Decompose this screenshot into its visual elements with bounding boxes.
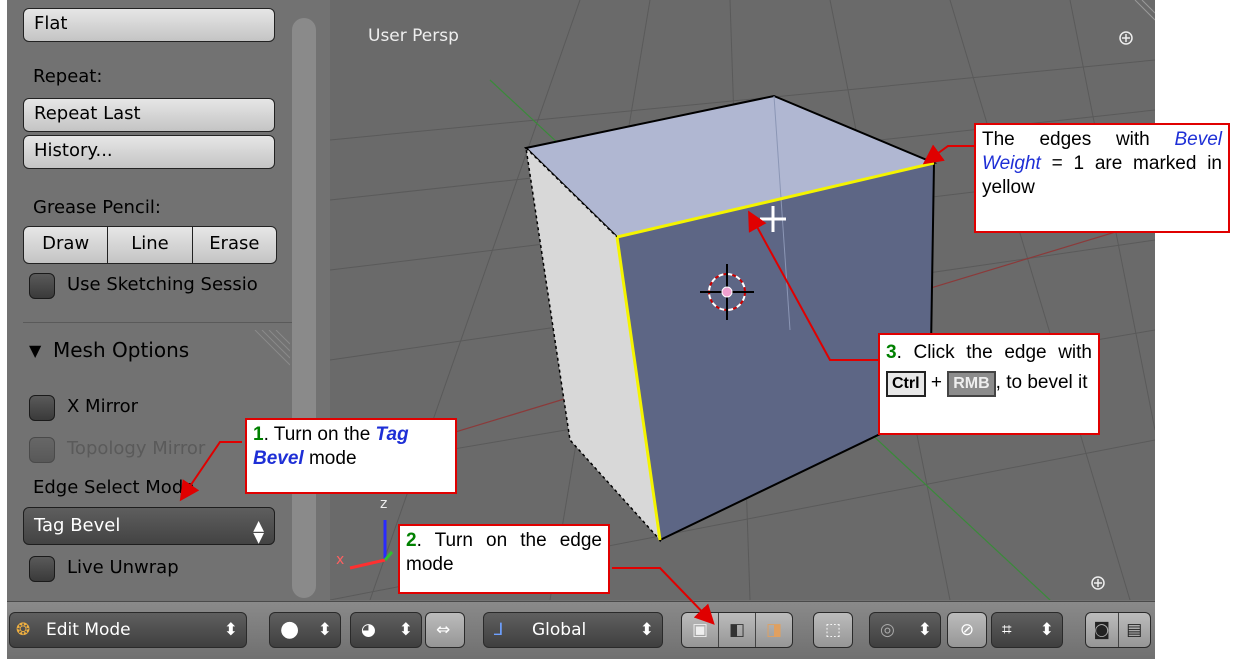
mesh-options-header[interactable]: Mesh Options [53, 338, 189, 362]
callout-3-text-b: , to bevel it [995, 372, 1088, 393]
repeat-heading: Repeat: [33, 66, 103, 87]
callout-1-text-a: . Turn on the [263, 424, 376, 445]
live-unwrap-label: Live Unwrap [67, 557, 179, 578]
edge-select-mode-dropdown[interactable]: Tag Bevel ▲ ▼ [23, 507, 275, 546]
edge-select-mode-value: Tag Bevel [34, 515, 121, 536]
collapse-triangle-icon[interactable]: ▼ [29, 341, 41, 360]
dropdown-arrow-icon: ▼ [253, 530, 264, 546]
render-animation-icon[interactable]: ▤ [1119, 613, 1151, 647]
axis-gizmo-icon [349, 520, 394, 570]
callout-3-number: 3 [886, 342, 897, 363]
pivot-arrows-icon: ⬍ [398, 620, 413, 640]
proportional-edit-dropdown[interactable]: ◎ ⬍ [869, 612, 941, 648]
snap-element-dropdown[interactable]: ⌗ ⬍ [991, 612, 1063, 648]
history-button[interactable]: History... [23, 135, 275, 169]
tool-shelf-panel: Flat Repeat: Repeat Last History... Grea… [7, 0, 320, 602]
shading-solid-icon: ● [280, 617, 300, 642]
snap-arrows-icon: ⬍ [1039, 620, 1054, 640]
view-label: User Persp [368, 26, 459, 46]
flat-button[interactable]: Flat [23, 8, 275, 42]
mode-icon: ❂ [16, 620, 31, 640]
pivot-dropdown[interactable]: ◕ ⬍ [350, 612, 422, 648]
render-still-icon[interactable]: ◙ [1086, 613, 1119, 647]
panel-grip-icon[interactable] [250, 330, 290, 370]
viewport-scene [330, 0, 1155, 600]
use-sketching-checkbox[interactable] [29, 273, 55, 299]
panel-divider [23, 322, 293, 323]
erase-button[interactable]: Erase [193, 227, 276, 263]
axis-x-label: x [336, 552, 345, 568]
callout-1-term-2: Bevel [253, 448, 304, 469]
callout-bevel-weight: The edges with Bevel Weight = 1 are mark… [974, 123, 1230, 233]
shading-dropdown[interactable]: ● ⬍ [269, 612, 341, 648]
proportional-icon: ◎ [880, 620, 895, 640]
select-mode-group: ▣ ◧ ◨ [681, 612, 793, 648]
x-mirror-checkbox[interactable] [29, 395, 55, 421]
edge-select-mode-label: Edge Select Mode [33, 477, 195, 498]
bottom-plus-icon[interactable] [1091, 576, 1105, 590]
maximize-plus-icon[interactable] [1119, 31, 1133, 45]
grease-pencil-heading: Grease Pencil: [33, 197, 161, 218]
live-unwrap-checkbox[interactable] [29, 556, 55, 582]
3d-viewport[interactable]: User Persp z x [330, 0, 1155, 600]
callout-step-1: 1. Turn on the Tag Bevel mode [245, 418, 457, 494]
topology-mirror-label: Topology Mirror [67, 438, 206, 459]
callout-1-text-b: mode [303, 448, 357, 469]
manipulator-toggle[interactable]: ⇔ [425, 612, 465, 648]
occlude-icon: ⬚ [824, 620, 842, 640]
corner-grip-icon[interactable] [1134, 0, 1155, 21]
use-sketching-label: Use Sketching Sessio [67, 274, 258, 295]
occlude-geometry-toggle[interactable]: ⬚ [813, 612, 853, 648]
proportional-arrows-icon: ⬍ [917, 620, 932, 640]
repeat-last-button[interactable]: Repeat Last [23, 98, 275, 132]
callout-4-term-1: Bevel [1174, 129, 1222, 150]
ctrl-key: Ctrl [886, 371, 926, 397]
mode-label: Edit Mode [46, 620, 131, 640]
orientation-dropdown[interactable]: ⅃ Global ⬍ [483, 612, 663, 648]
callout-2-text: . Turn on the edge mode [406, 530, 602, 575]
mode-dropdown[interactable]: ❂ Edit Mode ⬍ [9, 612, 247, 648]
face-select-mode-icon[interactable]: ◨ [756, 613, 792, 647]
callout-2-number: 2 [406, 530, 417, 551]
orientation-arrows-icon: ⬍ [639, 620, 654, 640]
rmb-key: RMB [947, 371, 996, 397]
callout-3-text-a: . Click the edge with [896, 342, 1092, 363]
magnet-icon: ⊘ [959, 620, 975, 640]
panel-scrollbar[interactable] [292, 18, 316, 598]
axis-orientation-icon: ⅃ [494, 620, 504, 640]
callout-step-2: 2. Turn on the edge mode [398, 524, 610, 594]
snap-grid-icon: ⌗ [1002, 620, 1012, 640]
shading-arrows-icon: ⬍ [317, 620, 332, 640]
callout-1-number: 1 [253, 424, 264, 445]
line-button[interactable]: Line [108, 227, 193, 263]
render-buttons: ◙ ▤ [1085, 612, 1151, 648]
topology-mirror-checkbox[interactable] [29, 437, 55, 463]
draw-button[interactable]: Draw [24, 227, 109, 263]
snap-toggle[interactable]: ⊘ [947, 612, 987, 648]
orientation-label: Global [532, 620, 587, 640]
axis-z-label: z [380, 496, 388, 512]
callout-4-text-a: The edges with [982, 129, 1175, 150]
callout-1-term-1: Tag [375, 424, 409, 445]
grease-pencil-buttons: Draw Line Erase [23, 226, 277, 264]
callout-step-3: 3. Click the edge with Ctrl + RMB, to be… [878, 333, 1100, 435]
callout-4-term-2: Weight [982, 153, 1041, 174]
x-mirror-label: X Mirror [67, 396, 139, 417]
callout-3-plus: + [925, 372, 948, 393]
edge-select-mode-icon[interactable]: ◧ [719, 613, 756, 647]
pivot-icon: ◕ [361, 620, 376, 640]
mode-arrows-icon: ⬍ [223, 620, 238, 640]
manipulator-icon: ⇔ [436, 620, 451, 640]
vertex-select-mode-icon[interactable]: ▣ [682, 613, 719, 647]
